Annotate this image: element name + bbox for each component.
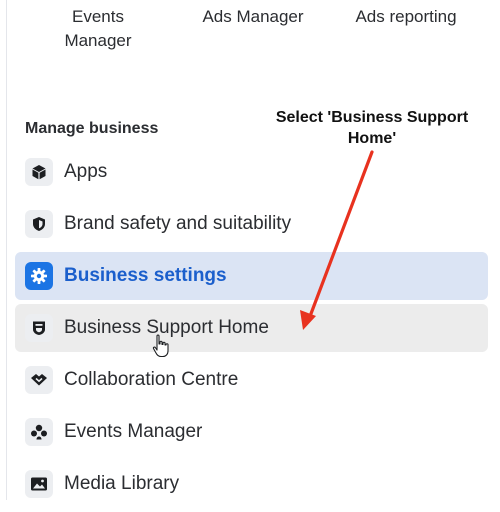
menu-item-business-settings[interactable]: Business settings <box>15 252 488 300</box>
gear-icon <box>25 262 53 290</box>
menu-item-label: Events Manager <box>64 421 203 442</box>
cube-icon <box>25 158 53 186</box>
menu-item-brand-safety[interactable]: Brand safety and suitability <box>15 200 488 248</box>
shield-icon <box>25 210 53 238</box>
menu-item-business-support-home[interactable]: Business Support Home <box>15 304 488 352</box>
menu-item-collaboration-centre[interactable]: Collaboration Centre <box>15 356 488 404</box>
events-manager-link[interactable]: Events Manager <box>48 5 148 53</box>
menu-item-events-manager[interactable]: Events Manager <box>15 408 488 456</box>
image-icon <box>25 470 53 498</box>
support-badge-icon <box>25 314 53 342</box>
menu-item-label: Brand safety and suitability <box>64 213 292 234</box>
top-links: Events Manager Ads Manager Ads reporting <box>0 0 500 60</box>
menu-item-apps[interactable]: Apps <box>15 148 488 196</box>
ads-reporting-link[interactable]: Ads reporting <box>346 5 466 29</box>
menu-item-label: Media Library <box>64 473 180 494</box>
menu-item-label: Business settings <box>64 265 227 286</box>
hand-cursor-icon <box>152 334 169 358</box>
menu-item-label: Collaboration Centre <box>64 369 239 390</box>
ads-manager-link[interactable]: Ads Manager <box>188 5 318 29</box>
section-title: Manage business <box>25 120 159 137</box>
people-group-icon <box>25 418 53 446</box>
menu-item-label: Apps <box>64 161 108 182</box>
manage-business-menu: Apps Brand safety and suitability Busine… <box>15 148 488 512</box>
handshake-icon <box>25 366 53 394</box>
tutorial-annotation: Select 'Business Support Home' <box>275 109 469 147</box>
menu-item-media-library[interactable]: Media Library <box>15 460 488 508</box>
